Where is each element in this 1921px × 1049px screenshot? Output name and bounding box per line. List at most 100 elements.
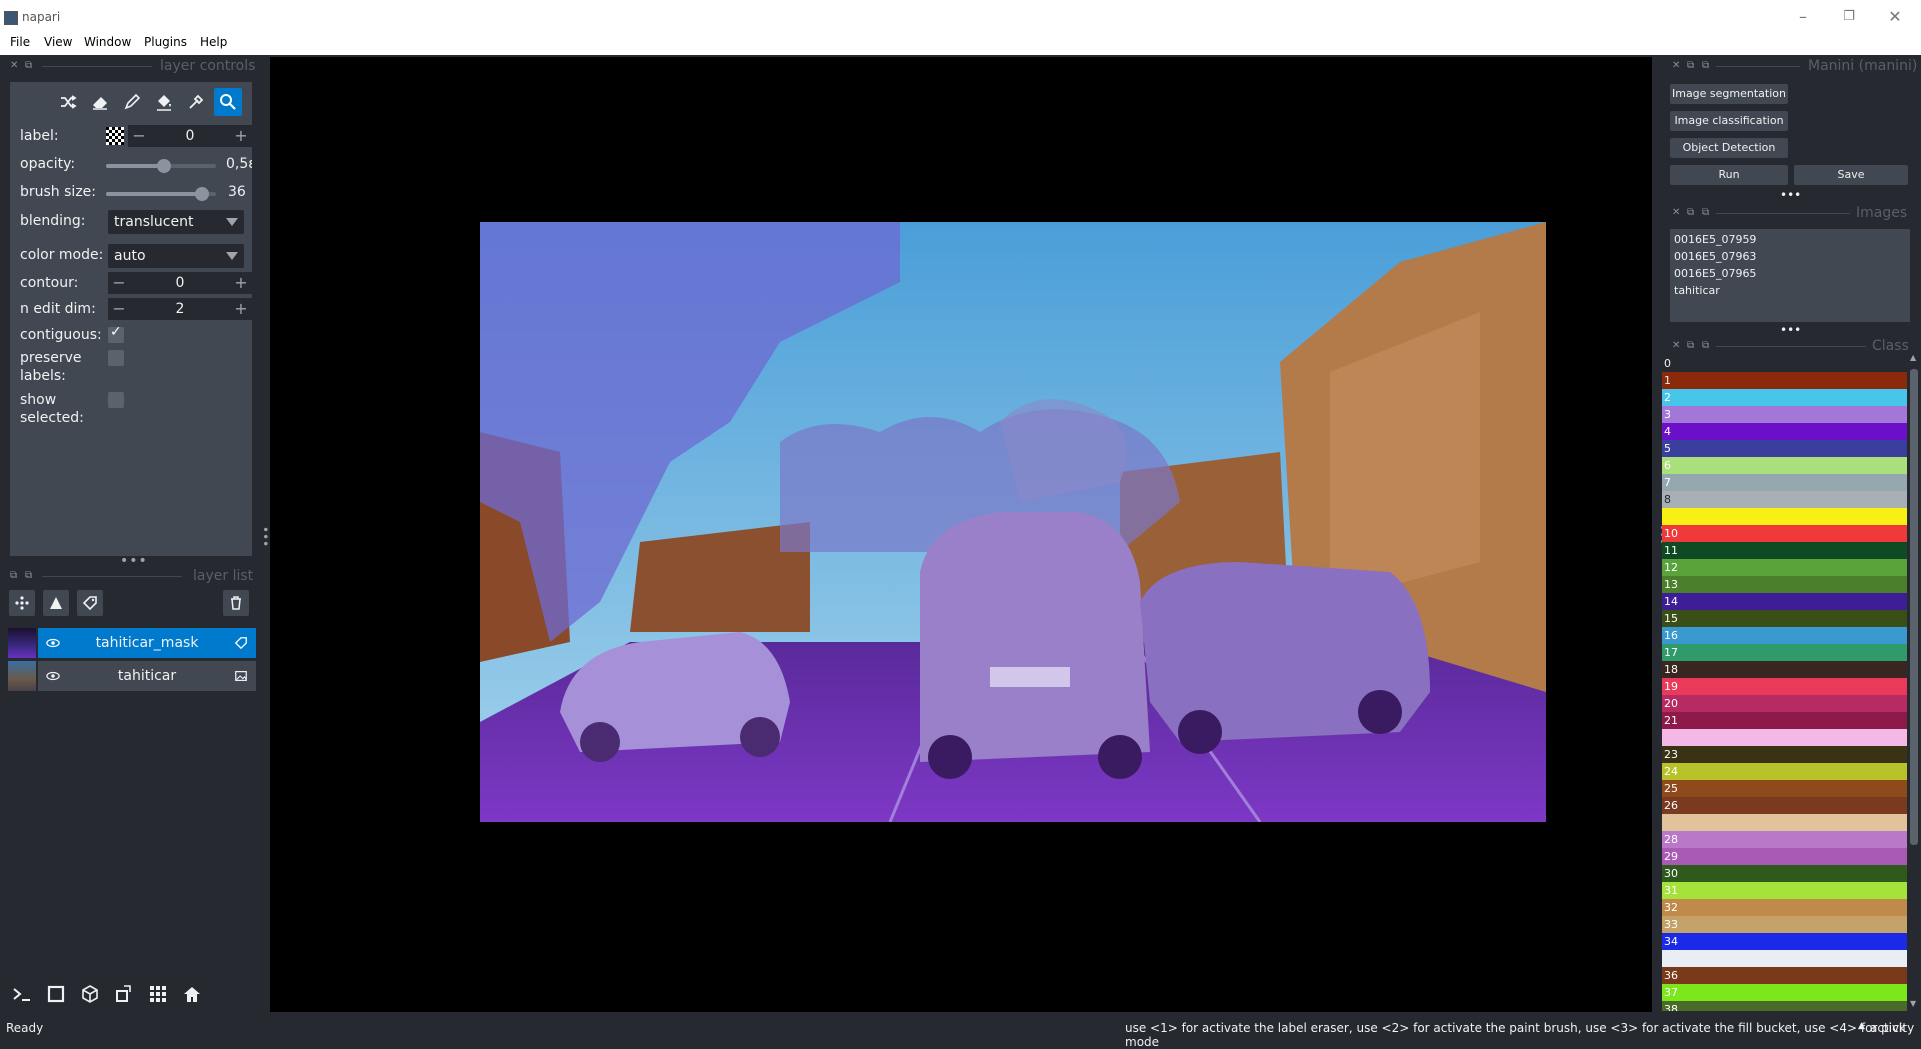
roll-dims-button[interactable] — [76, 980, 104, 1008]
new-points-layer-button[interactable] — [9, 590, 35, 616]
menu-plugins[interactable]: Plugins — [144, 35, 187, 49]
reset-view-button[interactable] — [178, 980, 206, 1008]
class-item[interactable]: 8 — [1662, 491, 1907, 508]
class-list-scrollbar[interactable]: ▲ ▼ — [1908, 353, 1920, 1011]
class-item[interactable]: 13 — [1662, 576, 1907, 593]
new-shapes-layer-button[interactable] — [43, 590, 69, 616]
layer-row-tahiticar[interactable]: tahiticar — [8, 661, 256, 691]
shuffle-colors-button[interactable] — [54, 88, 82, 116]
contour-increment-button[interactable]: + — [230, 272, 252, 294]
class-item[interactable]: 22 — [1662, 729, 1907, 746]
brush-size-slider-handle[interactable] — [195, 187, 209, 201]
class-item[interactable]: 23 — [1662, 746, 1907, 763]
grid-mode-button[interactable] — [144, 980, 172, 1008]
eraser-tool-button[interactable] — [86, 88, 114, 116]
image-classification-button[interactable]: Image classification — [1670, 111, 1788, 131]
color-mode-select[interactable]: auto — [108, 244, 244, 268]
splitter-handle[interactable]: ••• — [120, 553, 148, 569]
transpose-dims-button[interactable] — [110, 980, 138, 1008]
class-item[interactable]: 33 — [1662, 916, 1907, 933]
label-spinbox[interactable]: − 0 + — [128, 125, 252, 147]
class-item[interactable]: 30 — [1662, 865, 1907, 882]
class-item[interactable]: 4 — [1662, 423, 1907, 440]
brush-size-value[interactable]: 36 — [228, 184, 246, 200]
restore-icon[interactable]: ❐ — [1826, 4, 1872, 30]
dock-close-icon[interactable]: ✕ — [1672, 207, 1680, 218]
console-button[interactable] — [8, 980, 36, 1008]
label-decrement-button[interactable]: − — [128, 125, 150, 147]
dock-undock-icon[interactable]: ⧉ — [25, 570, 32, 581]
tahiticar-image[interactable] — [480, 222, 1546, 822]
class-item[interactable]: 28 — [1662, 831, 1907, 848]
run-button[interactable]: Run — [1670, 165, 1788, 185]
menu-help[interactable]: Help — [200, 35, 227, 49]
class-item[interactable]: 11 — [1662, 542, 1907, 559]
image-segmentation-button[interactable]: Image segmentation — [1670, 84, 1788, 104]
minimize-icon[interactable]: – — [1780, 4, 1826, 30]
dock-float-icon[interactable]: ⧉ — [10, 570, 17, 581]
class-item[interactable]: 6 — [1662, 457, 1907, 474]
paint-brush-tool-button[interactable] — [118, 88, 146, 116]
zoom-pan-tool-button[interactable] — [214, 88, 242, 116]
activity-arrow-icon[interactable]: ▲ — [1858, 1021, 1865, 1031]
menu-view[interactable]: View — [44, 35, 72, 49]
class-item[interactable]: 25 — [1662, 780, 1907, 797]
n-edit-dim-decrement-button[interactable]: − — [108, 298, 130, 320]
class-item[interactable]: 37 — [1662, 984, 1907, 1001]
class-item[interactable]: 7 — [1662, 474, 1907, 491]
dock-undock-icon[interactable]: ⧉ — [1687, 60, 1694, 71]
n-edit-dim-spinbox[interactable]: − 2 + — [108, 298, 252, 320]
blending-select[interactable]: translucent — [108, 210, 244, 234]
layer-name[interactable]: tahiticar — [38, 668, 256, 684]
dock-undock-icon[interactable]: ⧉ — [1687, 340, 1694, 351]
label-color-swatch[interactable] — [106, 127, 124, 145]
image-list-item[interactable]: tahiticar — [1674, 284, 1720, 297]
contour-spinbox[interactable]: − 0 + — [108, 272, 252, 294]
class-item[interactable]: 18 — [1662, 661, 1907, 678]
save-button[interactable]: Save — [1794, 165, 1908, 185]
class-item[interactable]: 16 — [1662, 627, 1907, 644]
viewer-canvas[interactable] — [270, 57, 1652, 1012]
scrollbar-thumb[interactable] — [1910, 369, 1918, 845]
layer-row-tahiticar-mask[interactable]: tahiticar_mask — [8, 628, 256, 658]
menu-window[interactable]: Window — [84, 35, 131, 49]
splitter-handle[interactable]: ••• — [1780, 188, 1801, 202]
dock-float-icon[interactable]: ⧉ — [1702, 207, 1709, 218]
label-increment-button[interactable]: + — [230, 125, 252, 147]
opacity-slider-handle[interactable] — [157, 159, 171, 173]
contiguous-checkbox[interactable] — [108, 324, 124, 343]
class-item[interactable]: 35 — [1662, 950, 1907, 967]
dock-close-icon[interactable]: ✕ — [1672, 340, 1680, 351]
dock-close-icon[interactable]: ✕ — [1672, 60, 1680, 71]
class-item[interactable]: 26 — [1662, 797, 1907, 814]
image-list-item[interactable]: 0016E5_07963 — [1674, 250, 1756, 263]
layer-item-selected[interactable]: tahiticar_mask — [38, 628, 256, 658]
class-item[interactable]: 32 — [1662, 899, 1907, 916]
opacity-value[interactable]: 0,5ε — [226, 156, 252, 172]
scroll-up-icon[interactable]: ▲ — [1910, 353, 1916, 362]
object-detection-button[interactable]: Object Detection — [1670, 138, 1788, 158]
class-item[interactable]: 20 — [1662, 695, 1907, 712]
class-item[interactable]: 5 — [1662, 440, 1907, 457]
layer-item[interactable]: tahiticar — [38, 661, 256, 691]
class-item[interactable]: 2 — [1662, 389, 1907, 406]
class-item[interactable]: 31 — [1662, 882, 1907, 899]
class-item[interactable]: 9 — [1662, 508, 1907, 525]
class-item[interactable]: 1 — [1662, 372, 1907, 389]
delete-layer-button[interactable] — [223, 590, 249, 616]
dock-undock-icon[interactable]: ⧉ — [1687, 207, 1694, 218]
class-item[interactable]: 15 — [1662, 610, 1907, 627]
class-item[interactable]: 3 — [1662, 406, 1907, 423]
new-labels-layer-button[interactable] — [77, 590, 103, 616]
class-item[interactable]: 17 — [1662, 644, 1907, 661]
class-item[interactable]: 36 — [1662, 967, 1907, 984]
class-item[interactable]: 14 — [1662, 593, 1907, 610]
contour-decrement-button[interactable]: − — [108, 272, 130, 294]
scroll-down-icon[interactable]: ▼ — [1910, 999, 1916, 1008]
class-item[interactable]: 38 — [1662, 1001, 1907, 1011]
dock-float-icon[interactable]: ⧉ — [25, 60, 32, 71]
show-selected-checkbox[interactable] — [108, 392, 124, 408]
images-list[interactable]: 0016E5_07959 0016E5_07963 0016E5_07965 t… — [1670, 229, 1910, 322]
class-item[interactable]: 12 — [1662, 559, 1907, 576]
class-item[interactable]: 10 — [1662, 525, 1907, 542]
